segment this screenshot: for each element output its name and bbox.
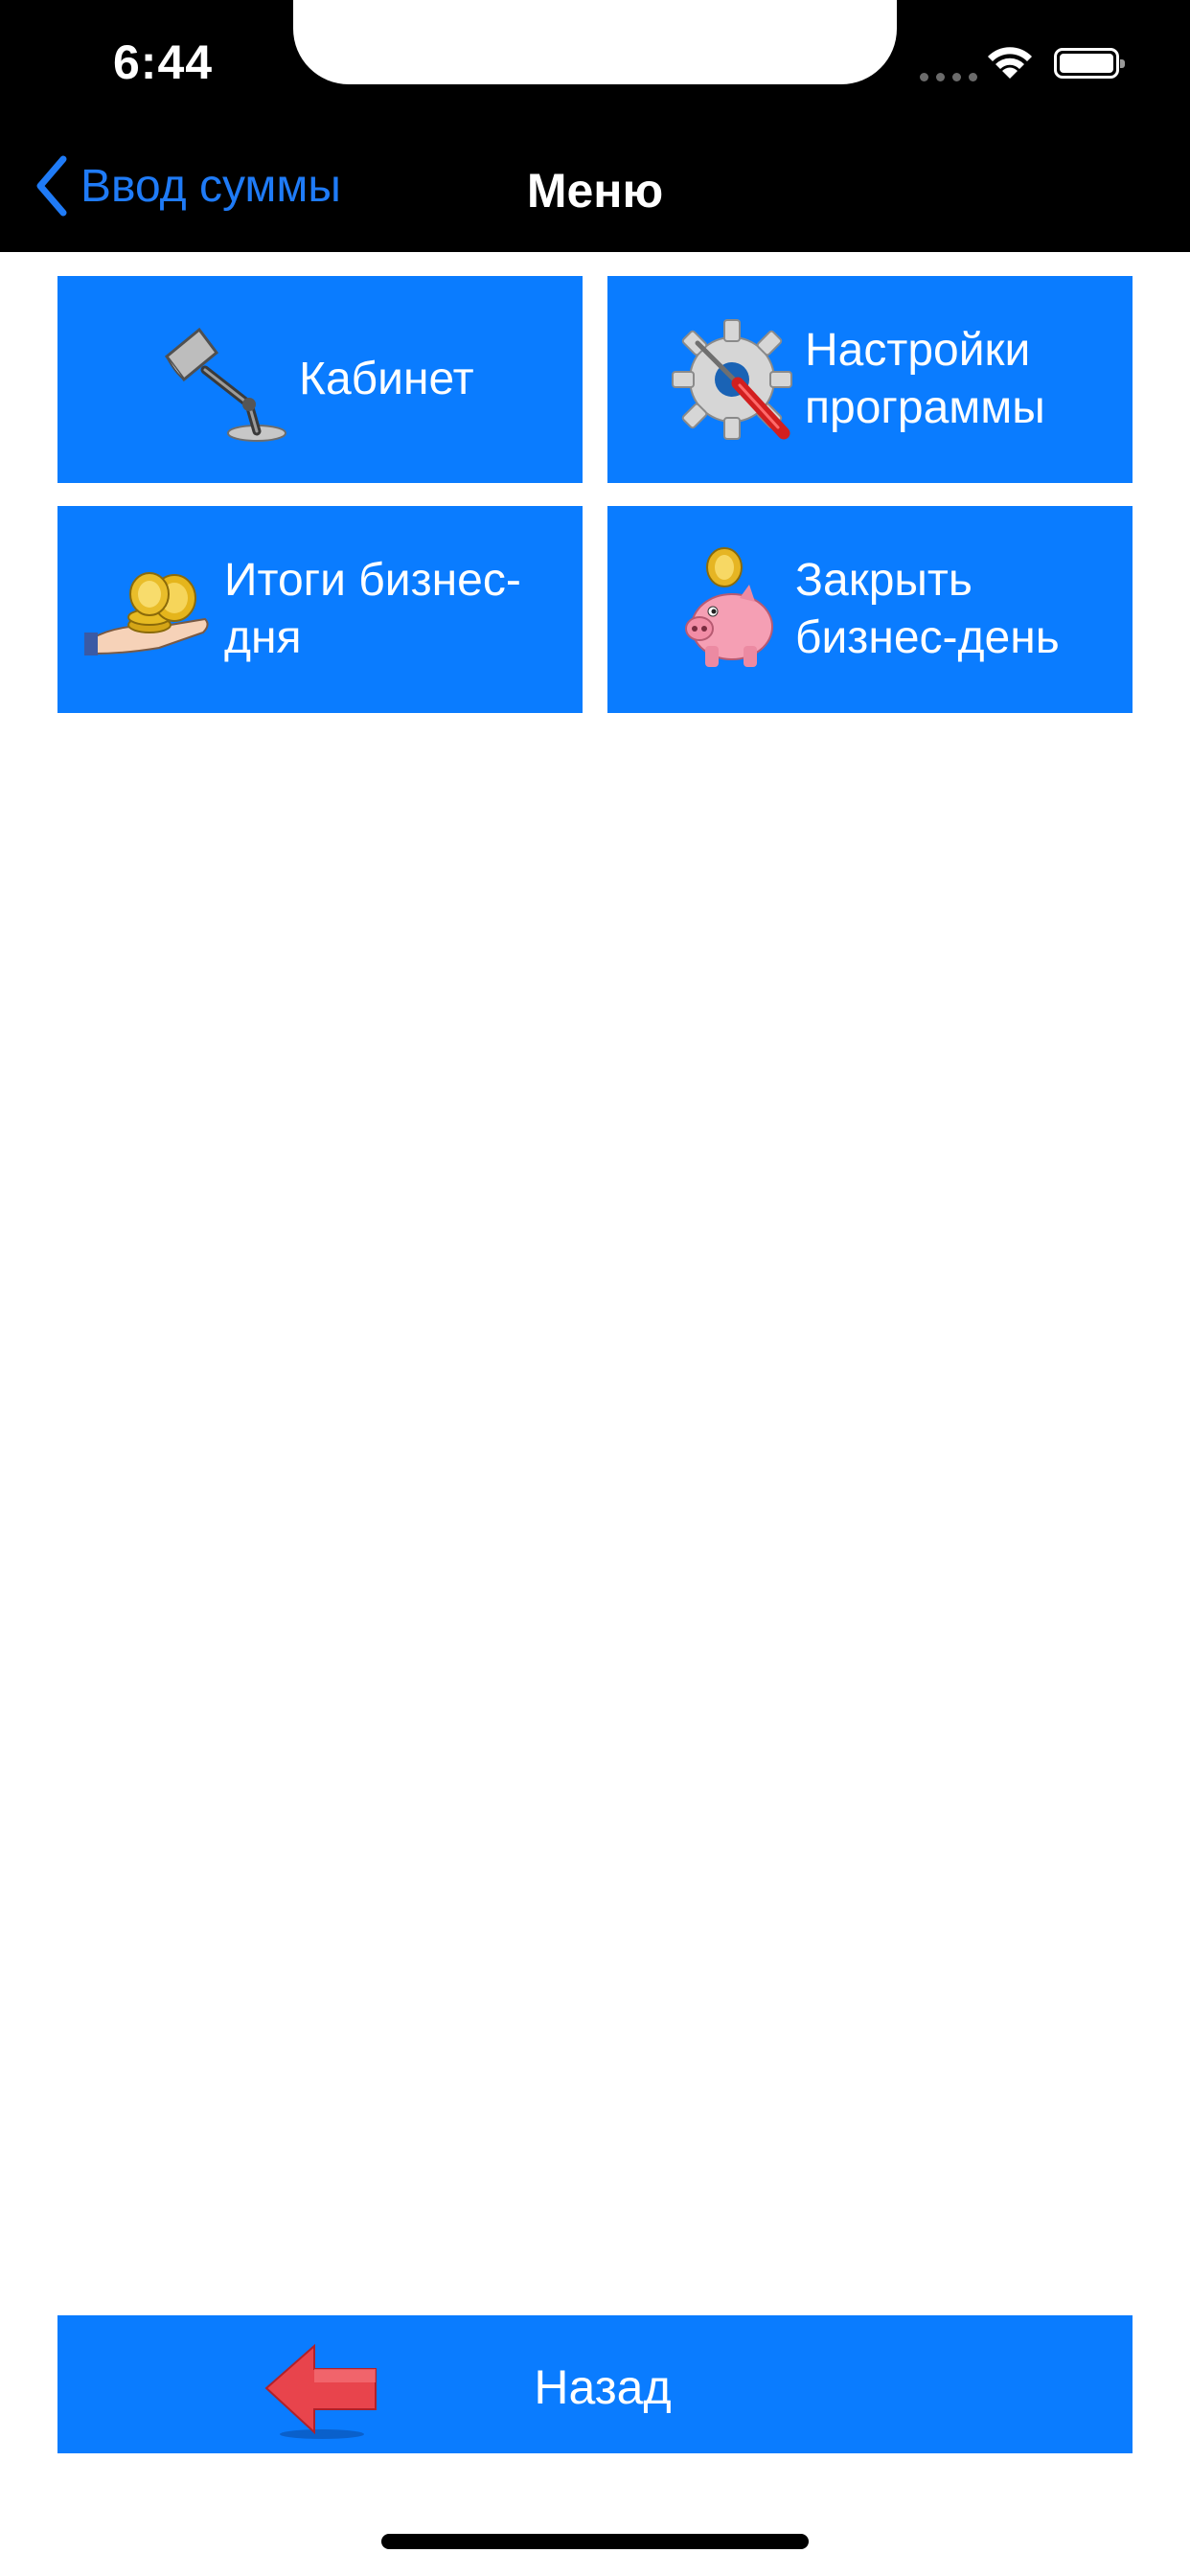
device-notch: [293, 0, 897, 84]
cellular-signal-icon: [920, 73, 977, 81]
day-summary-label: Итоги бизнес-дня: [224, 555, 521, 663]
wifi-icon: [988, 47, 1032, 79]
cabinet-label: Кабинет: [299, 354, 474, 404]
status-time: 6:44: [113, 35, 214, 89]
day-summary-tile[interactable]: Итоги бизнес-дня: [57, 506, 583, 713]
battery-icon: [1054, 48, 1125, 79]
close-day-label: Закрыть бизнес-день: [795, 555, 1060, 663]
settings-gear-screwdriver-icon: [672, 319, 792, 440]
top-bar: 6:44 Ввод суммы Меню: [0, 0, 1190, 252]
coins-in-hand-icon: [84, 572, 209, 656]
nav-title: Меню: [526, 164, 664, 218]
back-button-label: Назад: [534, 2360, 672, 2414]
back-button[interactable]: Назад: [57, 2315, 1133, 2453]
piggy-bank-icon: [685, 547, 773, 667]
settings-label: Настройки программы: [805, 325, 1045, 433]
close-day-tile[interactable]: Закрыть бизнес-день: [607, 506, 1133, 713]
settings-tile[interactable]: Настройки программы: [607, 276, 1133, 483]
cabinet-tile[interactable]: Кабинет: [57, 276, 583, 483]
home-indicator: [381, 2534, 809, 2549]
desk-lamp-icon: [164, 327, 286, 442]
